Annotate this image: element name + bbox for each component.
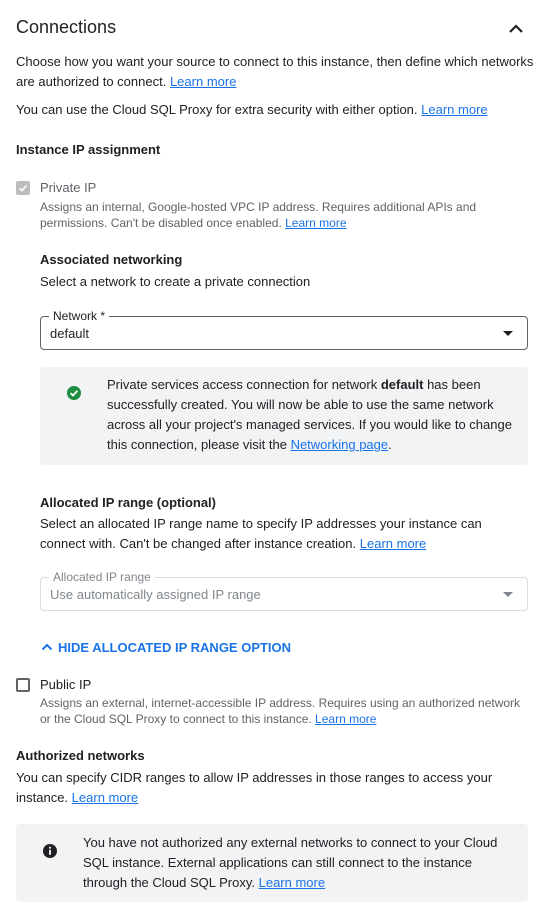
psa-notice-text: Private services access connection for n…	[107, 375, 517, 455]
allocated-range-heading: Allocated IP range (optional)	[40, 495, 217, 510]
section-title: Connections	[16, 17, 117, 37]
private-ip-description: Assigns an internal, Google-hosted VPC I…	[40, 199, 490, 231]
public-ip-description: Assigns an external, internet-accessible…	[40, 695, 530, 727]
private-ip-description-text: Assigns an internal, Google-hosted VPC I…	[40, 200, 477, 230]
networking-page-link[interactable]: Networking page	[291, 437, 389, 452]
info-icon	[43, 844, 57, 858]
intro-learn-more-link[interactable]: Learn more	[170, 74, 236, 89]
network-value: default	[50, 326, 90, 341]
network-select[interactable]: Network * default	[40, 309, 528, 350]
psa-notice-network: default	[380, 377, 424, 392]
authorized-networks-heading: Authorized networks	[16, 748, 145, 763]
proxy-text: You can use the Cloud SQL Proxy for extr…	[16, 102, 418, 117]
hide-allocated-range-label: HIDE ALLOCATED IP RANGE OPTION	[58, 640, 292, 655]
public-ip-description-text: Assigns an external, internet-accessible…	[40, 696, 521, 726]
check-circle-icon	[67, 386, 81, 400]
psa-notice-text-start: Private services access connection for n…	[107, 377, 381, 392]
allocated-range-select[interactable]: Allocated IP range Use automatically ass…	[40, 570, 528, 611]
intro-text: Choose how you want your source to conne…	[16, 54, 534, 89]
chevron-up-icon	[509, 24, 523, 33]
allocated-range-value: Use automatically assigned IP range	[50, 587, 261, 602]
public-ip-checkbox[interactable]	[16, 678, 30, 692]
public-ip-learn-more-link[interactable]: Learn more	[315, 712, 376, 726]
private-ip-label: Private IP	[40, 180, 97, 195]
collapse-button[interactable]	[504, 17, 528, 41]
allocated-range-field-label: Allocated IP range	[49, 570, 155, 584]
psa-notice-end: .	[388, 437, 392, 452]
ip-assignment-heading: Instance IP assignment	[16, 142, 161, 157]
network-field-label: Network *	[49, 309, 110, 323]
psa-success-notice: Private services access connection for n…	[40, 367, 528, 465]
authorized-networks-paragraph: You can specify CIDR ranges to allow IP …	[16, 768, 506, 808]
proxy-learn-more-link[interactable]: Learn more	[421, 102, 487, 117]
associated-networking-text: Select a network to create a private con…	[40, 274, 311, 289]
chevron-up-icon	[41, 643, 53, 651]
checkmark-icon	[18, 184, 28, 192]
caret-down-icon	[503, 592, 513, 597]
allocated-range-learn-more-link[interactable]: Learn more	[360, 536, 426, 551]
hide-allocated-range-button[interactable]: HIDE ALLOCATED IP RANGE OPTION	[40, 640, 291, 655]
public-ip-label: Public IP	[40, 677, 92, 692]
associated-networking-heading: Associated networking	[40, 252, 183, 267]
caret-down-icon	[503, 331, 513, 336]
allocated-range-paragraph: Select an allocated IP range name to spe…	[40, 514, 510, 554]
private-ip-checkbox[interactable]	[16, 181, 30, 195]
authorized-networks-notice: You have not authorized any external net…	[16, 824, 528, 902]
private-ip-learn-more-link[interactable]: Learn more	[285, 216, 346, 230]
authorized-networks-learn-more-link[interactable]: Learn more	[72, 790, 138, 805]
authorized-networks-notice-link[interactable]: Learn more	[259, 875, 325, 890]
intro-paragraph: Choose how you want your source to conne…	[16, 52, 536, 92]
proxy-paragraph: You can use the Cloud SQL Proxy for extr…	[16, 100, 536, 120]
authorized-networks-notice-text: You have not authorized any external net…	[83, 833, 508, 893]
